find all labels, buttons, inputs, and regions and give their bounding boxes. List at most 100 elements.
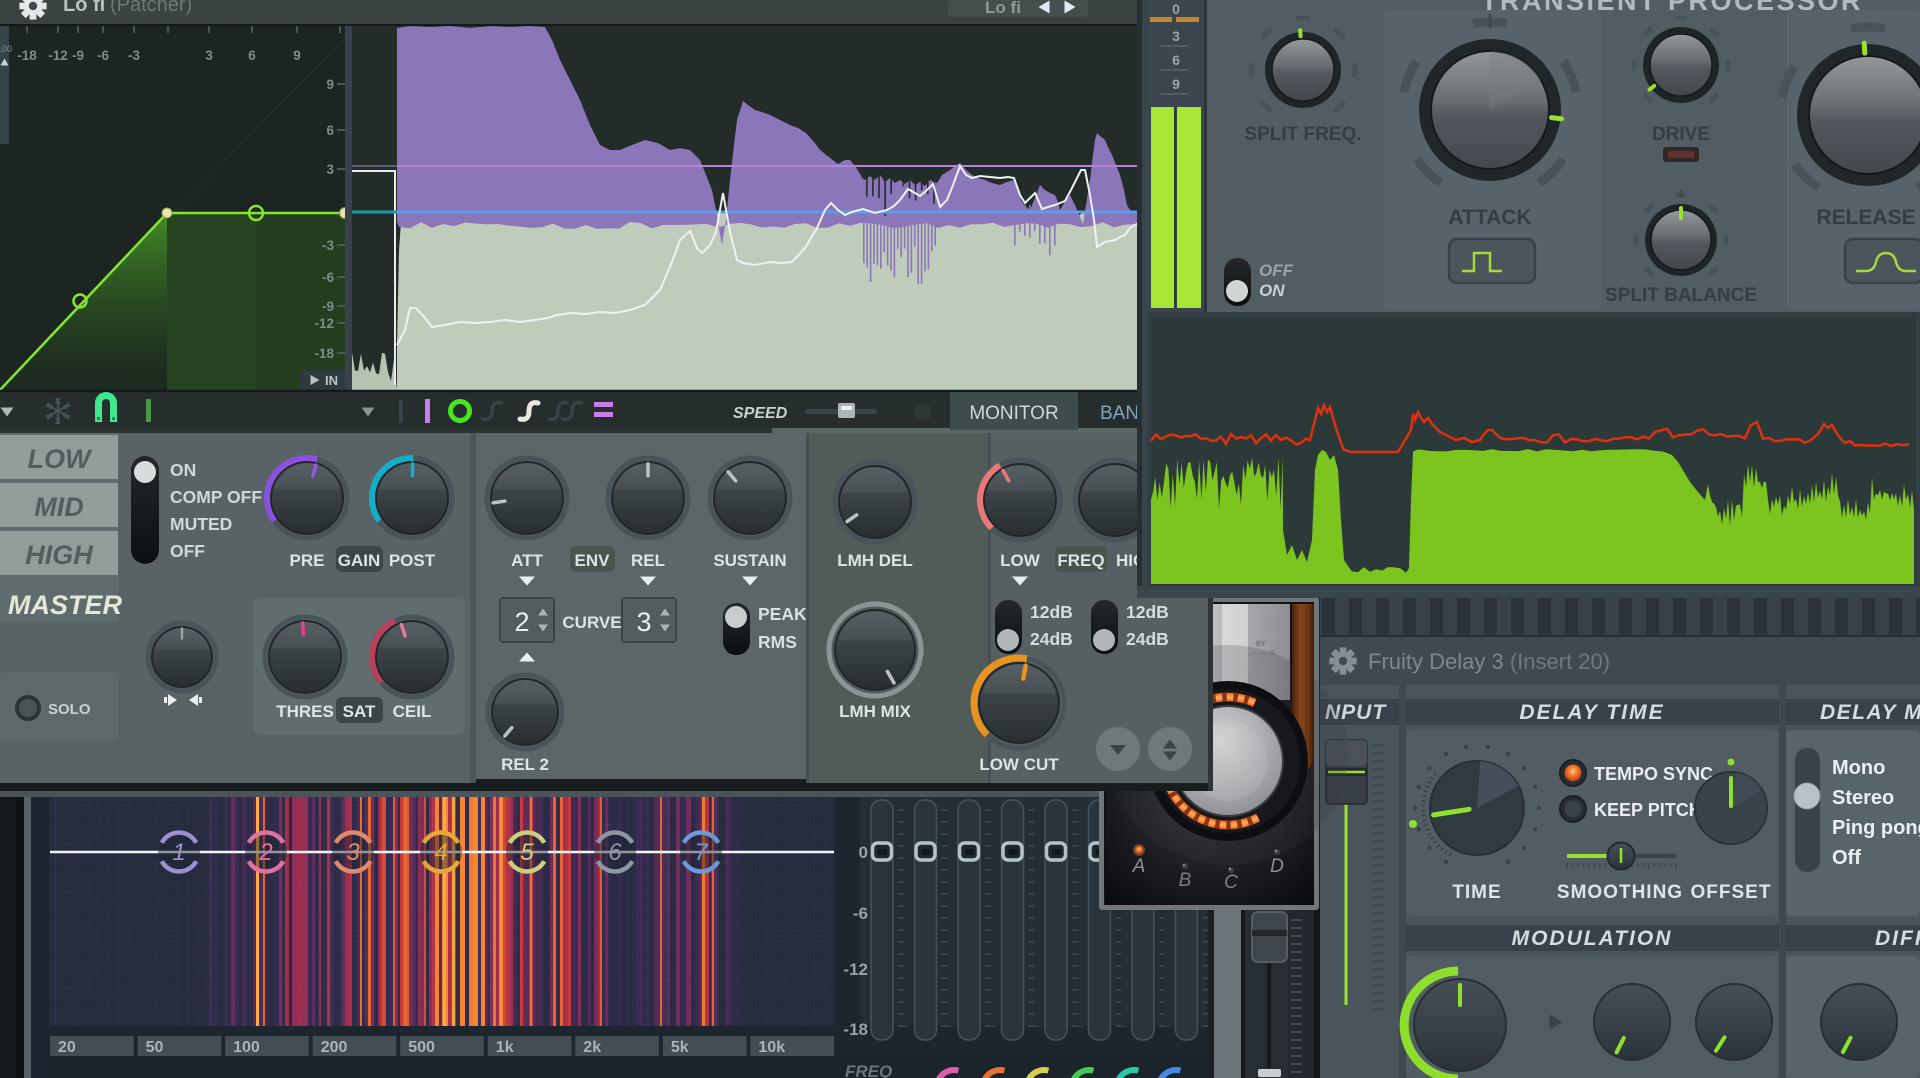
svg-text:6: 6 — [608, 839, 622, 866]
svg-text:DELAY TIME: DELAY TIME — [1519, 701, 1664, 724]
svg-text:SPLIT FREQ.: SPLIT FREQ. — [1244, 124, 1361, 145]
svg-text:Lo fi: Lo fi — [985, 0, 1021, 17]
svg-text:100: 100 — [0, 44, 12, 54]
svg-text:4: 4 — [434, 839, 447, 866]
svg-text:ATT: ATT — [511, 551, 543, 570]
svg-text:ENV: ENV — [575, 551, 611, 570]
svg-text:6: 6 — [1172, 52, 1180, 68]
svg-text:-18: -18 — [17, 48, 37, 63]
svg-text:OFF: OFF — [170, 541, 205, 561]
svg-text:SMOOTHING: SMOOTHING — [1557, 882, 1683, 903]
svg-text:3: 3 — [326, 162, 334, 177]
svg-text:2k: 2k — [583, 1039, 601, 1056]
svg-text:(Patcher): (Patcher) — [110, 0, 192, 16]
svg-text:9: 9 — [1172, 76, 1180, 92]
svg-text:A: A — [1132, 856, 1146, 877]
svg-text:MID: MID — [34, 492, 84, 522]
svg-text:7: 7 — [694, 839, 709, 866]
svg-text:PEAK: PEAK — [758, 604, 807, 624]
svg-text:-6: -6 — [322, 270, 334, 285]
svg-text:-3: -3 — [128, 48, 140, 63]
svg-text:0: 0 — [1172, 1, 1180, 17]
svg-text:1: 1 — [172, 839, 185, 866]
svg-text:24dB: 24dB — [1030, 629, 1073, 649]
svg-text:-9: -9 — [72, 48, 84, 63]
svg-text:ON: ON — [170, 460, 196, 480]
svg-text:LMH DEL: LMH DEL — [837, 551, 913, 570]
svg-text:RELEASE: RELEASE — [1816, 206, 1915, 229]
svg-text:3: 3 — [636, 607, 651, 637]
svg-text:OFFSET: OFFSET — [1691, 882, 1772, 903]
svg-text:Mono: Mono — [1832, 757, 1885, 779]
svg-text:-18: -18 — [314, 346, 334, 361]
svg-text:THRES: THRES — [276, 702, 334, 721]
svg-text:Off: Off — [1832, 847, 1861, 869]
svg-text:20: 20 — [58, 1039, 76, 1056]
svg-text:CURVE: CURVE — [562, 613, 621, 632]
svg-text:KEEP PITCH: KEEP PITCH — [1594, 800, 1702, 820]
svg-text:-18: -18 — [843, 1020, 868, 1039]
svg-text:CEIL: CEIL — [393, 702, 432, 721]
svg-text:D: D — [1270, 856, 1284, 877]
svg-text:ON: ON — [1259, 281, 1285, 300]
svg-text:1k: 1k — [496, 1039, 514, 1056]
svg-text:50: 50 — [146, 1039, 164, 1056]
svg-text:MONITOR: MONITOR — [969, 403, 1058, 424]
svg-text:6: 6 — [326, 123, 334, 138]
svg-text:FREQ: FREQ — [845, 1062, 892, 1078]
svg-text:-9: -9 — [322, 299, 334, 314]
svg-text:COMP OFF: COMP OFF — [170, 487, 262, 507]
svg-text:SUSTAIN: SUSTAIN — [713, 551, 786, 570]
svg-text:3: 3 — [1172, 28, 1180, 44]
svg-text:Lo fi: Lo fi — [63, 0, 105, 16]
svg-text:TEMPO SYNC: TEMPO SYNC — [1594, 764, 1713, 784]
svg-text:-3: -3 — [322, 238, 334, 253]
svg-text:3: 3 — [205, 48, 213, 63]
svg-text:5: 5 — [520, 839, 534, 866]
svg-text:2: 2 — [514, 607, 529, 637]
svg-text:OFF: OFF — [1259, 261, 1294, 280]
svg-text:Stereo: Stereo — [1832, 787, 1894, 809]
svg-text:100: 100 — [233, 1039, 260, 1056]
svg-text:500: 500 — [408, 1039, 435, 1056]
svg-text:MODULATION: MODULATION — [1512, 927, 1673, 950]
svg-text:GAIN: GAIN — [338, 551, 381, 570]
svg-text:REL: REL — [631, 551, 665, 570]
svg-text:LOW CUT: LOW CUT — [979, 755, 1059, 774]
svg-text:C: C — [1224, 872, 1238, 893]
svg-text:BY: BY — [1256, 641, 1266, 648]
svg-text:-6: -6 — [97, 48, 109, 63]
svg-text:5k: 5k — [671, 1039, 689, 1056]
svg-text:6: 6 — [248, 48, 256, 63]
svg-text:SOLO: SOLO — [48, 701, 91, 718]
svg-text:IN: IN — [325, 373, 338, 388]
svg-text:POST: POST — [389, 551, 436, 570]
svg-text:DIFFUSION: DIFFUSION — [1875, 927, 1920, 950]
svg-text:3: 3 — [346, 839, 360, 866]
svg-text:SPLIT BALANCE: SPLIT BALANCE — [1605, 285, 1757, 306]
svg-text:B: B — [1179, 870, 1192, 891]
svg-text:SPEED: SPEED — [733, 405, 788, 422]
svg-text:HIGH: HIGH — [25, 540, 93, 570]
svg-text:Fruity Delay 3 (Insert 20): Fruity Delay 3 (Insert 20) — [1368, 649, 1610, 674]
svg-text:DRIVE: DRIVE — [1652, 124, 1710, 145]
svg-text:DELAY MODE: DELAY MODE — [1820, 701, 1920, 724]
svg-text:ATTACK: ATTACK — [1448, 206, 1531, 229]
svg-text:LMH MIX: LMH MIX — [839, 702, 911, 721]
svg-text:2: 2 — [258, 839, 272, 866]
svg-text:-12: -12 — [48, 48, 68, 63]
svg-text:9: 9 — [293, 48, 301, 63]
svg-text:REL 2: REL 2 — [501, 755, 549, 774]
svg-text:MUTED: MUTED — [170, 514, 232, 534]
svg-text:TIME: TIME — [1452, 882, 1501, 903]
svg-text:12dB: 12dB — [1030, 602, 1073, 622]
svg-text:Ping pong: Ping pong — [1832, 817, 1920, 839]
svg-text:SAT: SAT — [343, 702, 376, 721]
svg-text:LOW: LOW — [1000, 551, 1041, 570]
svg-text:MASTER: MASTER — [8, 590, 123, 620]
svg-text:FREQ: FREQ — [1057, 551, 1104, 570]
svg-text:200: 200 — [321, 1039, 348, 1056]
svg-text:12dB: 12dB — [1126, 602, 1169, 622]
svg-text:LOW: LOW — [28, 444, 93, 474]
svg-text:-12: -12 — [843, 960, 868, 979]
